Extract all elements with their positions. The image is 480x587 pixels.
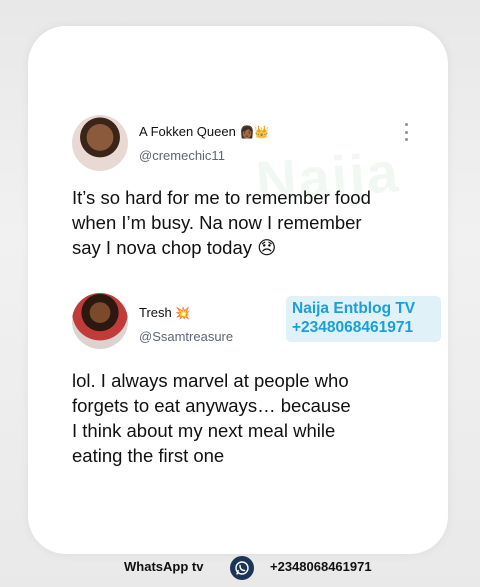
- display-name-emojis: 👩🏾👑: [239, 125, 270, 139]
- badge-title: Naija Entblog TV: [292, 300, 416, 317]
- tweet-line: I think about my next meal while: [72, 420, 336, 441]
- tweet-body: It’s so hard for me to remember food whe…: [72, 185, 371, 260]
- whatsapp-label: WhatsApp tv: [124, 559, 204, 574]
- display-name[interactable]: A Fokken Queen 👩🏾👑: [139, 124, 269, 139]
- display-name-text: A Fokken Queen: [139, 124, 236, 139]
- tweet-body: lol. I always marvel at people who forge…: [72, 368, 351, 468]
- footer-bar: WhatsApp tv +2348068461971: [0, 556, 480, 580]
- user-handle[interactable]: @cremechic11: [139, 148, 225, 163]
- display-name-text: Tresh: [139, 305, 172, 320]
- tweet-line: eating the first one: [72, 445, 225, 466]
- badge-phone: +2348068461971: [292, 319, 414, 336]
- avatar[interactable]: [72, 293, 128, 349]
- display-name[interactable]: Tresh 💥: [139, 305, 190, 320]
- tweet-line: say I nova chop today 😞: [72, 237, 277, 258]
- user-handle[interactable]: @Ssamtreasure: [139, 329, 233, 344]
- footer-phone: +2348068461971: [270, 559, 372, 574]
- tweet-line: It’s so hard for me to remember food: [72, 187, 371, 208]
- avatar[interactable]: [72, 115, 128, 171]
- tweet-line: when I’m busy. Na now I remember: [72, 212, 362, 233]
- more-options-icon[interactable]: [402, 123, 410, 141]
- whatsapp-icon[interactable]: [230, 556, 254, 580]
- watermark-badge: Naija Entblog TV +2348068461971: [286, 296, 441, 342]
- post-card: Naija A Fokken Queen 👩🏾👑 @cremechic11 It…: [28, 26, 448, 554]
- tweet-line: forgets to eat anyways… because: [72, 395, 351, 416]
- display-name-emojis: 💥: [175, 306, 191, 320]
- tweet-line: lol. I always marvel at people who: [72, 370, 349, 391]
